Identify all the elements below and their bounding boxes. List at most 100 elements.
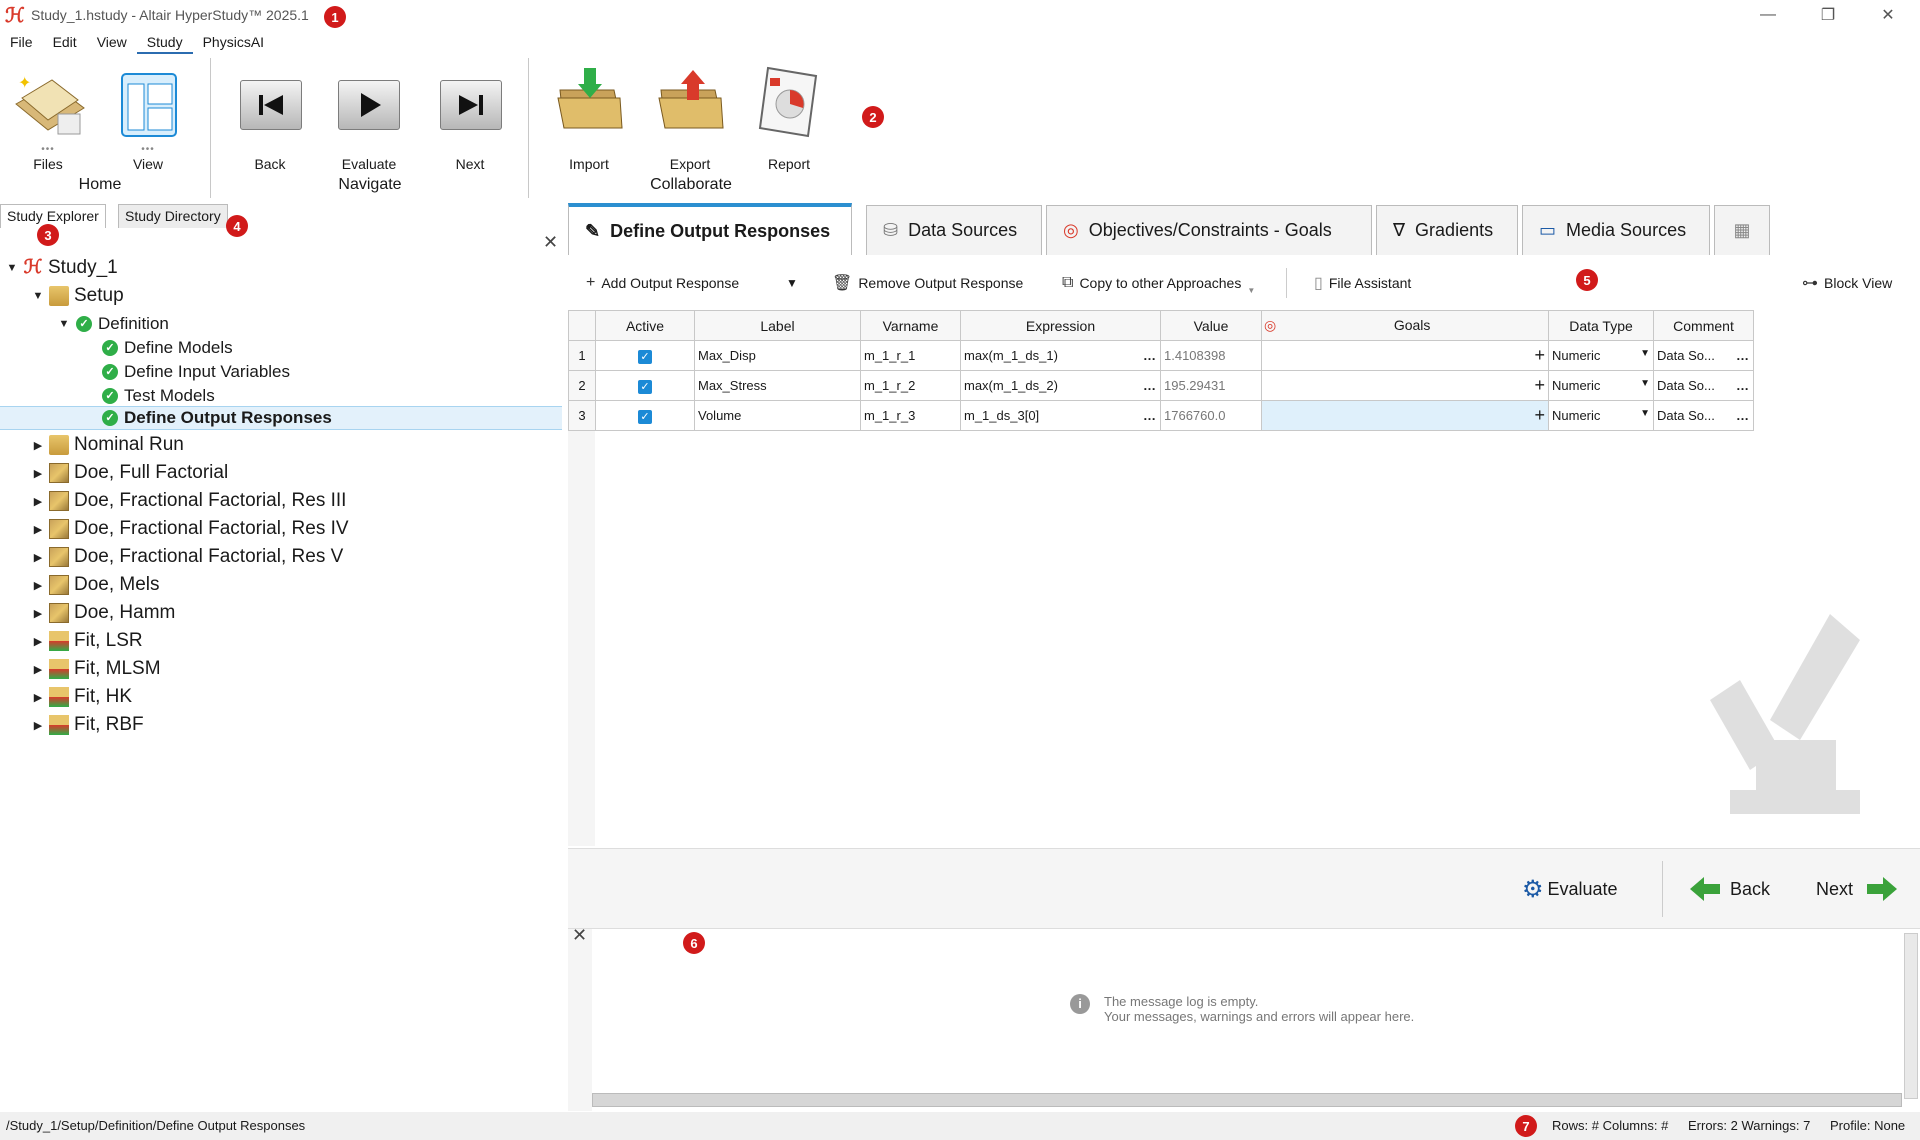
copy-to-other-approaches-button[interactable]: ⧉ Copy to other Approaches ▼ xyxy=(1062,262,1255,304)
column-header-active[interactable]: Active xyxy=(595,310,695,341)
close-log-icon[interactable]: ✕ xyxy=(572,925,587,946)
collapsed-arrow-icon[interactable]: ▶ xyxy=(32,551,44,564)
tree-item-fit[interactable]: ▶ Fit, RBF xyxy=(0,711,562,739)
tab-define-output-responses[interactable]: ✎ Define Output Responses xyxy=(568,203,852,255)
chevron-down-icon[interactable]: ▼ xyxy=(1640,408,1650,419)
close-button[interactable]: ✕ xyxy=(1860,0,1916,30)
minimize-button[interactable]: — xyxy=(1740,0,1796,30)
menu-view[interactable]: View xyxy=(87,30,137,54)
import-button[interactable]: Import xyxy=(554,54,624,174)
ellipsis-icon[interactable]: … xyxy=(1143,378,1157,393)
tree-item-doe[interactable]: ▶ Doe, Mels xyxy=(0,571,562,599)
menu-physicsai[interactable]: PhysicsAI xyxy=(193,30,274,54)
file-assistant-button[interactable]: ▯ File Assistant xyxy=(1314,262,1411,304)
column-header-varname[interactable]: Varname xyxy=(860,310,961,341)
tree-item-doe[interactable]: ▶ Doe, Fractional Factorial, Res V xyxy=(0,543,562,571)
add-output-response-button[interactable]: + Add Output Response xyxy=(586,262,739,304)
evaluate-nav-button[interactable]: Evaluate xyxy=(336,54,402,174)
tab-gradients[interactable]: ∇ Gradients xyxy=(1376,205,1518,255)
tree-item-fit[interactable]: ▶ Fit, HK xyxy=(0,683,562,711)
column-header-comment[interactable]: Comment xyxy=(1653,310,1754,341)
chevron-down-icon[interactable]: ▼ xyxy=(1640,348,1650,359)
add-goal-icon[interactable]: + xyxy=(1534,405,1545,426)
collapsed-arrow-icon[interactable]: ▶ xyxy=(32,691,44,704)
collapsed-arrow-icon[interactable]: ▶ xyxy=(32,467,44,480)
goals-cell[interactable]: + xyxy=(1261,340,1549,371)
label-cell[interactable]: Max_Disp xyxy=(694,340,861,371)
expanded-arrow-icon[interactable]: ▼ xyxy=(6,262,18,274)
goals-cell[interactable]: + xyxy=(1261,370,1549,401)
menu-file[interactable]: File xyxy=(0,30,43,54)
data-type-cell[interactable]: Numeric ▼ xyxy=(1548,370,1654,401)
evaluate-button[interactable]: ⚙ Evaluate xyxy=(1522,849,1618,929)
table-row[interactable]: 3 ✓ Volume m_1_r_3 m_1_ds_3[0] … 1766760.… xyxy=(568,400,1754,431)
tree-item-study[interactable]: ▼ ℋ Study_1 xyxy=(0,254,562,282)
collapsed-arrow-icon[interactable]: ▶ xyxy=(32,719,44,732)
expression-cell[interactable]: m_1_ds_3[0]… xyxy=(960,400,1161,431)
remove-output-response-button[interactable]: 🗑 Remove Output Response xyxy=(832,262,1023,304)
varname-cell[interactable]: m_1_r_1 xyxy=(860,340,961,371)
menu-edit[interactable]: Edit xyxy=(43,30,87,54)
active-checkbox[interactable]: ✓ xyxy=(595,370,695,401)
add-goal-icon[interactable]: + xyxy=(1534,375,1545,396)
expression-cell[interactable]: max(m_1_ds_2)… xyxy=(960,370,1161,401)
column-header-data-type[interactable]: Data Type xyxy=(1548,310,1654,341)
status-errors-warnings[interactable]: Errors: 2 Warnings: 7 xyxy=(1688,1118,1810,1133)
active-checkbox[interactable]: ✓ xyxy=(595,340,695,371)
column-header-value[interactable]: Value xyxy=(1160,310,1262,341)
collapsed-arrow-icon[interactable]: ▶ xyxy=(32,439,44,452)
expression-cell[interactable]: max(m_1_ds_1)… xyxy=(960,340,1161,371)
next-button[interactable]: Next xyxy=(1816,849,1898,929)
back-button[interactable]: Back xyxy=(1690,849,1770,929)
files-button[interactable]: ✦ ••• Files xyxy=(6,54,90,174)
tree-item-fit[interactable]: ▶ Fit, LSR xyxy=(0,627,562,655)
comment-cell[interactable]: Data So...… xyxy=(1653,340,1754,371)
block-view-button[interactable]: ⊶ Block View xyxy=(1802,262,1892,304)
collapsed-arrow-icon[interactable]: ▶ xyxy=(32,523,44,536)
varname-cell[interactable]: m_1_r_2 xyxy=(860,370,961,401)
collapsed-arrow-icon[interactable]: ▶ xyxy=(32,579,44,592)
ellipsis-icon[interactable]: … xyxy=(1143,348,1157,363)
collapsed-arrow-icon[interactable]: ▶ xyxy=(32,495,44,508)
expanded-arrow-icon[interactable]: ▼ xyxy=(32,290,44,302)
column-header-label[interactable]: Label xyxy=(694,310,861,341)
data-type-cell[interactable]: Numeric ▼ xyxy=(1548,400,1654,431)
active-checkbox[interactable]: ✓ xyxy=(595,400,695,431)
ellipsis-icon[interactable]: … xyxy=(1736,348,1750,363)
tree-item-doe[interactable]: ▶ Doe, Full Factorial xyxy=(0,459,562,487)
back-nav-button[interactable]: Back xyxy=(238,54,302,174)
ellipsis-icon[interactable]: … xyxy=(1736,408,1750,423)
column-header-goals[interactable]: ◎ Goals xyxy=(1261,310,1549,341)
horizontal-scrollbar[interactable] xyxy=(592,1093,1902,1107)
label-cell[interactable]: Volume xyxy=(694,400,861,431)
collapsed-arrow-icon[interactable]: ▶ xyxy=(32,607,44,620)
data-type-cell[interactable]: Numeric ▼ xyxy=(1548,340,1654,371)
add-goal-icon[interactable]: + xyxy=(1534,345,1545,366)
tree-item-doe[interactable]: ▶ Doe, Hamm xyxy=(0,599,562,627)
ellipsis-icon[interactable]: … xyxy=(1736,378,1750,393)
table-row[interactable]: 1 ✓ Max_Disp m_1_r_1 max(m_1_ds_1) … 1.41… xyxy=(568,340,1754,371)
tree-item-setup[interactable]: ▼ Setup xyxy=(0,282,562,310)
tree-item-doe[interactable]: ▶ Doe, Fractional Factorial, Res III xyxy=(0,487,562,515)
menu-study[interactable]: Study xyxy=(136,30,193,54)
export-button[interactable]: Export xyxy=(655,54,725,174)
tree-item-fit[interactable]: ▶ Fit, MLSM xyxy=(0,655,562,683)
tree-item-doe[interactable]: ▶ Doe, Fractional Factorial, Res IV xyxy=(0,515,562,543)
tab-data-sources[interactable]: ⛁ Data Sources xyxy=(866,205,1042,255)
report-button[interactable]: Report xyxy=(754,54,824,174)
tab-objectives-constraints-goals[interactable]: ◎ Objectives/Constraints - Goals xyxy=(1046,205,1372,255)
status-profile[interactable]: Profile: None xyxy=(1830,1118,1905,1133)
label-cell[interactable]: Max_Stress xyxy=(694,370,861,401)
table-row[interactable]: 2 ✓ Max_Stress m_1_r_2 max(m_1_ds_2) … 19… xyxy=(568,370,1754,401)
tab-media-sources[interactable]: ▭ Media Sources xyxy=(1522,205,1710,255)
tree-item-nominal-run[interactable]: ▶ Nominal Run xyxy=(0,431,562,459)
expanded-arrow-icon[interactable]: ▼ xyxy=(58,318,70,330)
ellipsis-icon[interactable]: … xyxy=(1143,408,1157,423)
restore-button[interactable]: ❐ xyxy=(1800,0,1856,30)
next-nav-button[interactable]: Next xyxy=(438,54,502,174)
comment-cell[interactable]: Data So...… xyxy=(1653,370,1754,401)
tree-item-define-output-responses[interactable]: ✓ Define Output Responses xyxy=(0,406,562,430)
add-dropdown-arrow[interactable]: ▼ xyxy=(786,262,798,304)
tab-grid-view[interactable]: ▦ xyxy=(1714,205,1770,255)
varname-cell[interactable]: m_1_r_3 xyxy=(860,400,961,431)
